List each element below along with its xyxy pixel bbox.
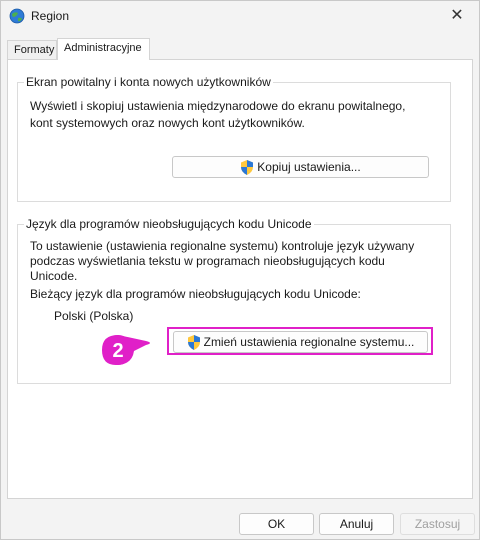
region-dialog: Region ✕ Formaty Administracyjne Ekran p… bbox=[0, 0, 480, 540]
welcome-description-line2: kont systemowych oraz nowych kont użytko… bbox=[30, 116, 305, 130]
unicode-group: Język dla programów nieobsługujących kod… bbox=[17, 217, 451, 384]
cancel-button[interactable]: Anuluj bbox=[319, 513, 394, 535]
window-title: Region bbox=[31, 9, 70, 23]
copy-settings-button[interactable]: Kopiuj ustawienia... bbox=[172, 156, 429, 178]
welcome-description-line1: Wyświetl i skopiuj ustawienia międzynaro… bbox=[30, 99, 406, 113]
step-callout: 2 bbox=[102, 335, 150, 365]
title-bar: Region ✕ bbox=[1, 1, 479, 31]
copy-settings-label: Kopiuj ustawienia... bbox=[257, 160, 361, 174]
step-number: 2 bbox=[112, 340, 123, 362]
change-system-locale-label: Zmień ustawienia regionalne systemu... bbox=[203, 335, 415, 349]
uac-shield-icon bbox=[241, 159, 254, 175]
tab-administracyjne[interactable]: Administracyjne bbox=[57, 38, 150, 60]
close-button[interactable]: ✕ bbox=[437, 1, 477, 29]
tab-panel: Ekran powitalny i konta nowych użytkowni… bbox=[7, 59, 473, 499]
current-language-value: Polski (Polska) bbox=[54, 309, 134, 323]
globe-icon bbox=[9, 8, 25, 24]
change-system-locale-button[interactable]: Zmień ustawienia regionalne systemu... bbox=[173, 331, 428, 353]
ok-button[interactable]: OK bbox=[239, 513, 314, 535]
unicode-description-line3: Unicode. bbox=[30, 269, 78, 283]
unicode-group-title: Język dla programów nieobsługujących kod… bbox=[24, 217, 314, 231]
apply-button[interactable]: Zastosuj bbox=[400, 513, 475, 535]
welcome-screen-group: Ekran powitalny i konta nowych użytkowni… bbox=[17, 75, 451, 202]
tab-formaty[interactable]: Formaty bbox=[7, 40, 57, 59]
unicode-description-line1: To ustawienie (ustawienia regionalne sys… bbox=[30, 239, 415, 253]
unicode-description-line2: podczas wyświetlania tekstu w programach… bbox=[30, 254, 385, 268]
tab-strip: Formaty Administracyjne bbox=[7, 38, 473, 60]
welcome-group-title: Ekran powitalny i konta nowych użytkowni… bbox=[24, 75, 273, 89]
current-language-label: Bieżący język dla programów nieobsługują… bbox=[30, 287, 361, 301]
uac-shield-icon bbox=[187, 334, 200, 350]
